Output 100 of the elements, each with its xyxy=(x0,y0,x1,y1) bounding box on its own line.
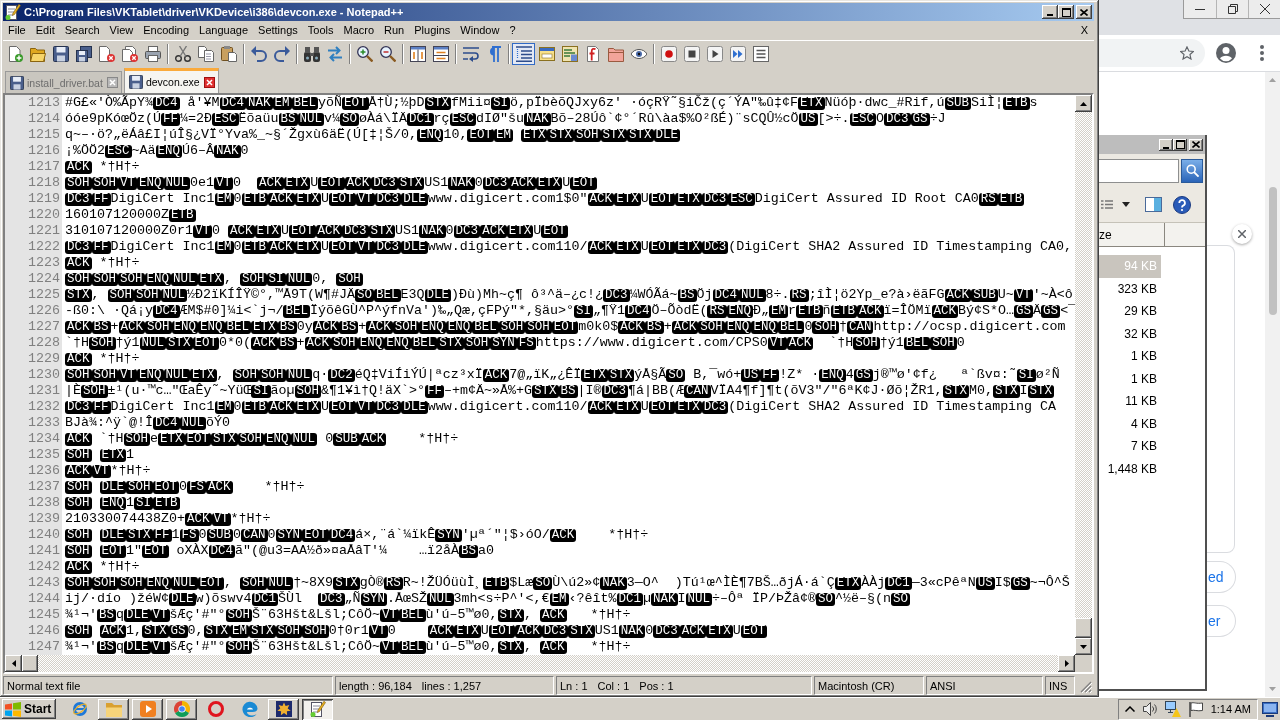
control-char-marker: ACK xyxy=(786,336,814,350)
horizontal-scrollbar[interactable] xyxy=(5,655,1075,672)
code-text: q xyxy=(116,607,124,622)
vertical-scrollbar[interactable] xyxy=(1265,72,1280,697)
vertical-scrollbar[interactable] xyxy=(1075,95,1092,655)
control-char-marker: ENQ xyxy=(724,320,752,334)
speaker-icon[interactable] xyxy=(1142,702,1157,716)
code-text: *†H†÷ xyxy=(99,559,140,574)
taskbar-button[interactable] xyxy=(132,698,164,720)
menu-item[interactable]: File xyxy=(3,22,31,39)
close-button[interactable] xyxy=(1076,5,1092,19)
file-list-row[interactable]: 11 KB xyxy=(1099,390,1161,413)
menu-item[interactable]: Macro xyxy=(338,22,380,39)
swirl-icon xyxy=(241,701,258,717)
close-icon xyxy=(1080,8,1088,16)
close-button[interactable] xyxy=(1248,0,1280,18)
close-icon[interactable] xyxy=(203,76,215,88)
search-button[interactable] xyxy=(1181,158,1203,183)
scroll-up-button[interactable] xyxy=(1075,95,1092,112)
control-char-marker: SOH xyxy=(240,272,267,286)
taskbar-button[interactable] xyxy=(302,698,334,720)
control-char-marker: STX xyxy=(333,576,360,590)
size-grip-icon[interactable] xyxy=(1080,681,1092,693)
search-field[interactable] xyxy=(1099,158,1179,183)
taskbar-button[interactable] xyxy=(166,698,198,720)
help-icon[interactable] xyxy=(1173,195,1191,214)
scrollbar-thumb[interactable] xyxy=(1268,187,1277,315)
scroll-right-button[interactable] xyxy=(1058,655,1075,672)
pill-button[interactable]: er xyxy=(1206,605,1236,637)
menu-item[interactable]: Language xyxy=(194,22,254,39)
taskbar-button[interactable] xyxy=(268,698,300,720)
close-icon[interactable] xyxy=(106,77,118,88)
file-list-row[interactable]: 1,448 KB xyxy=(1099,457,1161,480)
control-char-marker: SOH xyxy=(853,336,880,350)
menu-item[interactable]: Encoding xyxy=(138,22,195,39)
control-char-marker: DC3 xyxy=(371,176,398,190)
control-char-marker: SOH xyxy=(145,320,172,334)
taskbar-button[interactable] xyxy=(98,698,130,720)
menu-item[interactable]: Plugins xyxy=(409,22,456,39)
file-list-row[interactable]: 323 KB xyxy=(1099,277,1161,300)
maximize-button[interactable] xyxy=(1058,5,1074,19)
more-menu-icon[interactable] xyxy=(1260,45,1264,61)
menu-item[interactable]: ? xyxy=(504,22,521,39)
control-char-marker: SO xyxy=(816,592,836,606)
code-text: (DigiCert SHA2 Assured ID Timestamping CA xyxy=(728,399,1057,414)
menu-item[interactable]: Search xyxy=(59,22,105,39)
control-char-marker: BS xyxy=(339,320,359,334)
control-char-marker: BEL xyxy=(399,608,426,622)
menu-item[interactable]: Edit xyxy=(30,22,60,39)
dismiss-button[interactable] xyxy=(1232,224,1252,244)
code-text: Ð„ xyxy=(753,303,769,318)
menu-item[interactable]: Run xyxy=(379,22,410,39)
minimize-button[interactable] xyxy=(1159,138,1173,151)
restore-button[interactable] xyxy=(1216,0,1248,18)
control-char-marker: ENQ xyxy=(137,176,164,190)
code-text: 0 xyxy=(804,319,813,334)
file-list-row[interactable]: 29 KB xyxy=(1099,300,1161,323)
menu-item[interactable]: Window xyxy=(455,22,505,39)
control-char-marker: DC1 xyxy=(616,592,644,606)
control-char-marker: DC3 xyxy=(342,224,369,238)
code-text: .ÅœSŽ xyxy=(387,591,428,606)
scroll-left-button[interactable] xyxy=(5,655,22,672)
star-icon[interactable] xyxy=(1180,46,1194,60)
scrollbar-thumb[interactable] xyxy=(1075,618,1092,638)
line-number: 1216 xyxy=(5,143,62,159)
file-list-row[interactable]: 32 KB xyxy=(1099,322,1161,345)
tab[interactable]: devcon.exe xyxy=(123,68,219,93)
code-text: 0 xyxy=(233,527,242,542)
control-char-marker: BEL xyxy=(903,336,931,350)
scrollbar-thumb[interactable] xyxy=(22,655,38,672)
chevron-up-icon[interactable] xyxy=(1124,706,1135,712)
indent-guide-button[interactable] xyxy=(512,42,535,65)
network-icon[interactable] xyxy=(1164,701,1181,717)
code-text: U xyxy=(310,175,319,190)
status-text: Macintosh (CR) xyxy=(818,679,895,692)
file-list-row[interactable]: 1 KB xyxy=(1099,345,1161,368)
start-button[interactable]: Start xyxy=(2,699,57,719)
close-button[interactable] xyxy=(1189,138,1203,151)
menu-item[interactable]: View xyxy=(104,22,139,39)
maximize-button[interactable] xyxy=(1173,138,1187,151)
dropdown-caret-icon[interactable] xyxy=(1122,202,1130,207)
preview-pane-icon[interactable] xyxy=(1145,197,1162,212)
flag-icon[interactable] xyxy=(1188,701,1203,717)
file-list-row[interactable]: 1 KB xyxy=(1099,367,1161,390)
control-char-marker: SOH xyxy=(91,272,119,286)
account-icon[interactable] xyxy=(1216,43,1236,63)
file-list-row[interactable]: 4 KB xyxy=(1099,412,1161,435)
minimize-button[interactable] xyxy=(1042,5,1058,19)
control-char-marker: GS xyxy=(910,112,930,126)
menu-item[interactable]: Settings xyxy=(253,22,303,39)
file-list-row[interactable]: 7 KB xyxy=(1099,435,1161,458)
details-view-icon[interactable] xyxy=(1101,200,1113,209)
code-text: 10, xyxy=(443,127,468,142)
code-text: ÀÀj xyxy=(861,575,886,590)
close-document-button[interactable]: X xyxy=(1074,22,1094,39)
show-desktop-icon[interactable] xyxy=(1262,701,1278,717)
scroll-down-button[interactable] xyxy=(1075,638,1092,655)
pill-button[interactable]: ed xyxy=(1206,561,1236,593)
menu-item[interactable]: Tools xyxy=(302,22,339,39)
code-text: ï=ÎÖMï xyxy=(883,303,932,318)
